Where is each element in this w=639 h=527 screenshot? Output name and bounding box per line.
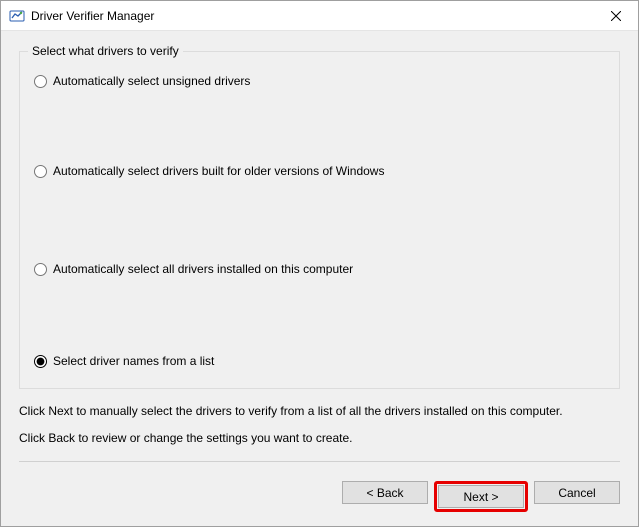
radio-select-from-list[interactable]: Select driver names from a list [34, 354, 214, 368]
radio-label: Select driver names from a list [53, 354, 214, 368]
group-legend: Select what drivers to verify [28, 44, 183, 58]
close-icon [611, 11, 621, 21]
radio-label: Automatically select unsigned drivers [53, 74, 250, 88]
radio-input-unsigned[interactable] [34, 75, 47, 88]
driver-select-group: Select what drivers to verify Automatica… [19, 51, 620, 389]
next-button-highlight: Next > [434, 481, 528, 512]
cancel-button[interactable]: Cancel [534, 481, 620, 504]
radio-unsigned-drivers[interactable]: Automatically select unsigned drivers [34, 74, 250, 88]
content-area: Select what drivers to verify Automatica… [1, 31, 638, 469]
button-row: < Back Next > Cancel [1, 469, 638, 526]
titlebar: Driver Verifier Manager [1, 1, 638, 31]
radio-input-select-from-list[interactable] [34, 355, 47, 368]
next-button[interactable]: Next > [438, 485, 524, 508]
separator [19, 461, 620, 462]
instruction-line-2: Click Back to review or change the setti… [19, 430, 620, 447]
radio-label: Automatically select all drivers install… [53, 262, 353, 276]
radio-label: Automatically select drivers built for o… [53, 164, 384, 178]
app-icon [9, 8, 25, 24]
driver-verifier-window: Driver Verifier Manager Select what driv… [0, 0, 639, 527]
close-button[interactable] [593, 1, 638, 30]
radio-input-older-windows[interactable] [34, 165, 47, 178]
radio-input-all-drivers[interactable] [34, 263, 47, 276]
window-title: Driver Verifier Manager [31, 9, 154, 23]
instruction-line-1: Click Next to manually select the driver… [19, 403, 620, 420]
back-button[interactable]: < Back [342, 481, 428, 504]
radio-all-drivers[interactable]: Automatically select all drivers install… [34, 262, 353, 276]
radio-older-windows[interactable]: Automatically select drivers built for o… [34, 164, 384, 178]
instructions: Click Next to manually select the driver… [19, 403, 620, 447]
